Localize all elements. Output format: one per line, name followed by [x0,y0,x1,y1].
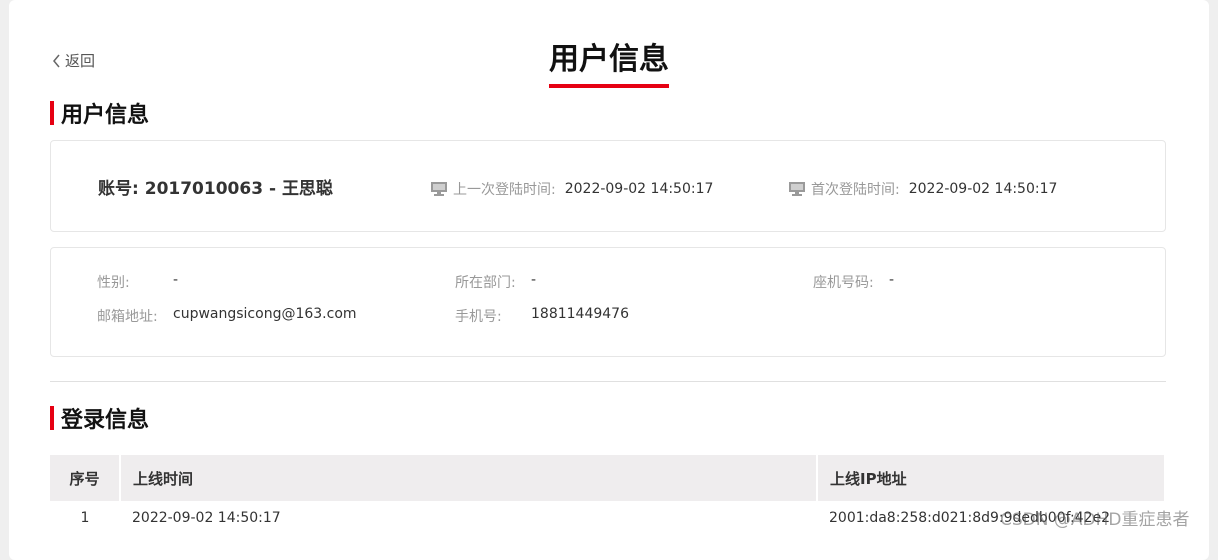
table-header-row: 序号 上线时间 上线IP地址 [50,455,1166,501]
login-history-table: 序号 上线时间 上线IP地址 1 2022-09-02 14:50:17 200… [50,455,1166,535]
department-label: 所在部门: [455,275,516,291]
login-section-title: 登录信息 [50,405,150,433]
login-section-title-text: 登录信息 [61,408,150,433]
last-login-value: 2022-09-02 14:50:17 [564,181,714,197]
page-title-text: 用户信息 [549,40,669,88]
email-value: cupwangsicong@163.com [173,306,357,322]
first-login-value: 2022-09-02 14:50:17 [908,181,1058,197]
gender-label: 性别: [97,275,130,291]
monitor-icon [431,182,447,196]
account-label: 账号: [98,179,139,199]
monitor-icon [789,182,805,196]
column-header-index: 序号 [50,455,121,501]
first-login-info: 首次登陆时间: 2022-09-02 14:50:17 [788,179,1057,199]
cell-index: 1 [80,510,90,526]
first-login-label: 首次登陆时间: [811,182,900,198]
account-name: 王思聪 [281,179,333,199]
mobile-label: 手机号: [455,309,502,325]
account-id: 2017010063 [144,179,264,199]
landline-value: - [889,272,895,288]
section-accent-bar [50,101,54,125]
mobile-value: 18811449476 [531,306,629,322]
mobile-field: 手机号: 18811449476 [455,306,629,326]
email-label: 邮箱地址: [97,309,158,325]
landline-field: 座机号码: - [813,272,894,292]
gender-value: - [173,272,179,288]
user-info-card: 返回 用户信息 用户信息 账号: 2017010063 - 王思聪 上一次登陆时… [9,0,1209,560]
watermark: CSDN @ADHD重症患者 [1000,510,1190,530]
section-accent-bar [50,406,54,430]
page-title: 用户信息 [9,40,1209,88]
last-login-label: 上一次登陆时间: [453,182,556,198]
gender-field: 性别: - [97,272,178,292]
department-field: 所在部门: - [455,272,536,292]
last-login-info: 上一次登陆时间: 2022-09-02 14:50:17 [430,179,713,199]
account-summary-box: 账号: 2017010063 - 王思聪 上一次登陆时间: 2022-09-02… [50,140,1166,232]
department-value: - [531,272,537,288]
account-separator: - [268,179,277,199]
table-row: 1 2022-09-02 14:50:17 2001:da8:258:d021:… [50,501,1165,535]
column-header-ip-address: 上线IP地址 [817,455,1166,501]
user-section-title: 用户信息 [50,100,150,128]
user-section-title-text: 用户信息 [61,103,150,128]
account-line: 账号: 2017010063 - 王思聪 [98,174,333,199]
column-header-online-time: 上线时间 [120,455,818,501]
cell-online-time: 2022-09-02 14:50:17 [132,510,281,526]
user-details-box: 性别: - 所在部门: - 座机号码: - 邮箱地址: cupwangsicon… [50,247,1166,357]
section-divider [50,381,1166,382]
email-field: 邮箱地址: cupwangsicong@163.com [97,306,357,326]
landline-label: 座机号码: [813,275,874,291]
